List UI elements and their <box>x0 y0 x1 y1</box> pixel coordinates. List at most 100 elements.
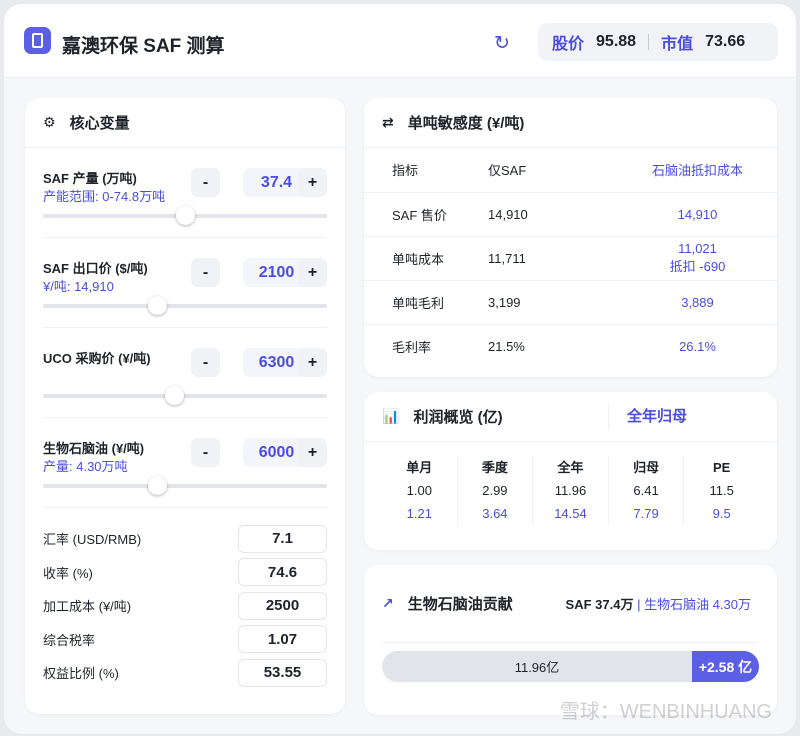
contribution-card: ↗ 生物石脑油贡献 SAF 37.4万 | 生物石脑油 4.30万 11.96亿 … <box>364 565 777 715</box>
header-cell: 仅SAF <box>488 148 618 193</box>
card-title: 利润概览 (亿) <box>413 409 503 426</box>
increment-button[interactable]: + <box>298 258 327 287</box>
param-input[interactable]: 74.6 <box>238 558 327 587</box>
param-input[interactable]: 7.1 <box>238 524 327 553</box>
header-cell: 指标 <box>364 148 488 193</box>
profit-column: 全年 11.96 14.54 <box>533 456 609 525</box>
profit-card: 📊 利润概览 (亿) 全年归母 单月 1.00 1.21 季度 2.99 3.64 全年 11.… <box>364 392 777 550</box>
base-profit: 11.96亿 <box>514 660 560 675</box>
divider <box>648 34 650 50</box>
metric: 单吨成本 <box>364 236 488 281</box>
saf-only-value: 2.99 <box>482 483 508 498</box>
variable-label: SAF 出口价 ($/吨) <box>43 261 148 276</box>
column-header: 归母 <box>633 460 660 475</box>
param-row: 收率 (%) 74.6 <box>43 556 327 590</box>
with-naphtha-value: 3,889 <box>681 294 714 310</box>
param-input[interactable]: 1.07 <box>238 625 327 654</box>
increment-button[interactable]: + <box>298 168 327 197</box>
decrement-button[interactable]: - <box>191 168 220 197</box>
param-row: 汇率 (USD/RMB) 7.1 <box>43 522 327 556</box>
variable-label: UCO 采购价 (¥/吨) <box>43 351 151 366</box>
sensitivity-table: 指标 仅SAF 石脑油抵扣成本 SAF 售价 14,910 14,910 单吨成本 11,71… <box>364 148 777 368</box>
slider-thumb[interactable] <box>164 386 184 405</box>
profit-column: 单月 1.00 1.21 <box>382 456 458 525</box>
saf-only-value: 1.00 <box>406 483 432 498</box>
page-title: 嘉澳环保 SAF 测算 <box>62 36 225 57</box>
param-input[interactable]: 53.55 <box>238 658 327 687</box>
param-label: 收率 (%) <box>43 565 93 581</box>
cap-value: 73.66 <box>705 33 746 50</box>
with-naphtha: 11,021 抵扣 -690 <box>618 236 777 281</box>
saf-only: 14,910 <box>488 192 618 237</box>
increment-button[interactable]: + <box>298 348 327 377</box>
slider-thumb[interactable] <box>147 476 167 495</box>
slider[interactable] <box>43 206 327 225</box>
slider[interactable] <box>43 476 327 495</box>
slider[interactable] <box>43 386 327 405</box>
card-title: 生物石脑油贡献 <box>407 596 513 613</box>
decrement-button[interactable]: - <box>191 348 220 377</box>
profit-column: PE 11.5 9.5 <box>684 456 759 525</box>
increment-button[interactable]: + <box>298 438 327 467</box>
cap-label: 市值 <box>661 36 694 53</box>
profit-column: 归母 6.41 7.79 <box>609 456 685 525</box>
saf-only: 11,711 <box>488 236 618 281</box>
naphtha-volume: | 生物石脑油 4.30万 <box>637 597 751 612</box>
slider[interactable] <box>43 296 327 315</box>
deduction: 抵扣 -690 <box>669 259 726 274</box>
contribution-bar: 11.96亿 +2.58 亿 <box>382 651 759 682</box>
metric: 毛利率 <box>392 339 432 355</box>
header-cell: 石脑油抵扣成本 <box>618 148 777 193</box>
param-row: 权益比例 (%) 53.55 <box>43 656 327 690</box>
variable-label: 生物石脑油 (¥/吨) <box>43 441 145 456</box>
sensitivity-card: ⇄ 单吨敏感度 (¥/吨) 指标 仅SAF 石脑油抵扣成本 SAF 售价 14,910 14… <box>364 98 777 377</box>
card-title: 核心变量 <box>69 115 130 132</box>
param-label: 综合税率 <box>43 632 96 648</box>
price-label: 股价 <box>552 36 585 53</box>
core-variables-card: ⚙ 核心变量 SAF 产量 (万吨) 产能范围: 0-74.8万吨 - 37.4 … <box>25 98 345 714</box>
naphtha-increment: +2.58 亿 <box>692 651 759 682</box>
with-naphtha-value: 26.1% <box>679 338 716 354</box>
variable-sub: ¥/吨: 14,910 <box>43 279 114 294</box>
saf-only: 3,199 <box>488 280 618 325</box>
toggle-annual-parent[interactable]: 全年归母 <box>608 404 687 430</box>
variable-label: SAF 产量 (万吨) <box>43 171 137 186</box>
with-naphtha-value: 7.79 <box>633 506 659 521</box>
param-label: 汇率 (USD/RMB) <box>43 532 142 548</box>
variable-row: UCO 采购价 (¥/吨) - 6300 + <box>43 328 327 418</box>
with-naphtha-value: 14,910 <box>677 206 718 222</box>
with-naphtha-value: 11,021 <box>678 241 717 256</box>
column-header: 单月 <box>406 460 433 475</box>
param-input[interactable]: 2500 <box>238 591 327 620</box>
with-naphtha: 14,910 <box>618 192 777 237</box>
variable-row: 生物石脑油 (¥/吨) 产量: 4.30万吨 - 6000 + <box>43 418 327 508</box>
param-row: 综合税率 1.07 <box>43 623 327 657</box>
table-row: 单吨成本 11,711 11,021 抵扣 -690 <box>364 236 777 281</box>
variable-row: SAF 产量 (万吨) 产能范围: 0-74.8万吨 - 37.4 + <box>43 148 327 238</box>
slider-thumb[interactable] <box>147 296 167 315</box>
header: 嘉澳环保 SAF 测算 ↻ 股价 95.88 市值 73.66 <box>4 4 796 78</box>
refresh-icon[interactable]: ↻ <box>494 32 510 55</box>
saf-only-value: 11.5 <box>709 483 734 498</box>
saf-volume: SAF 37.4万 <box>565 597 634 612</box>
with-naphtha-value: 3.64 <box>482 506 508 521</box>
saf-only-value: 11.96 <box>554 483 587 498</box>
with-naphtha-value: 1.21 <box>406 506 432 521</box>
decrement-button[interactable]: - <box>191 438 220 467</box>
variable-sub: 产量: 4.30万吨 <box>43 459 128 474</box>
param-row: 加工成本 (¥/吨) 2500 <box>43 589 327 623</box>
price-value: 95.88 <box>596 33 637 50</box>
table-row: 单吨毛利 3,199 3,889 <box>364 280 777 325</box>
column-header: 季度 <box>481 460 508 475</box>
column-header: PE <box>713 460 731 475</box>
decrement-button[interactable]: - <box>191 258 220 287</box>
profit-column: 季度 2.99 3.64 <box>458 456 534 525</box>
slider-thumb[interactable] <box>176 206 195 225</box>
swap-icon: ⇄ <box>382 114 394 130</box>
table-row: SAF 售价 14,910 14,910 <box>364 192 777 237</box>
with-naphtha-value: 9.5 <box>712 506 731 521</box>
saf-only: 21.5% <box>488 338 525 354</box>
card-title: 单吨敏感度 (¥/吨) <box>407 115 525 132</box>
watermark: 雪球：WENBINHUANG <box>559 701 772 723</box>
variable-row: SAF 出口价 ($/吨) ¥/吨: 14,910 - 2100 + <box>43 238 327 328</box>
